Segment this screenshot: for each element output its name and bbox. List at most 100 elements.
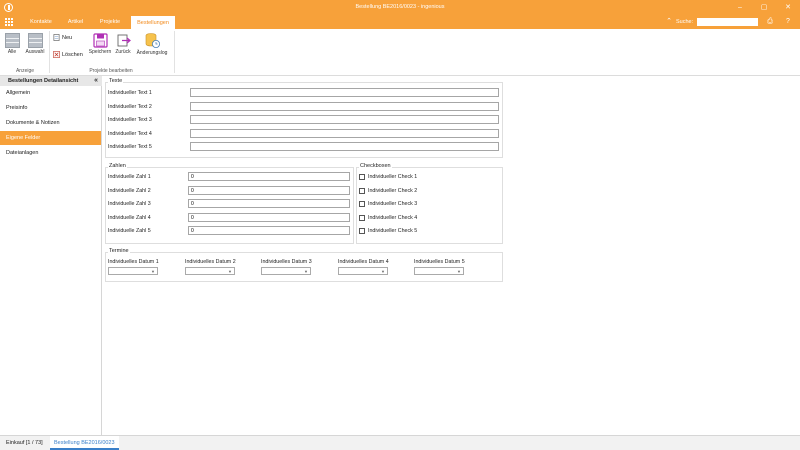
check-2-label: Individueller Check 2 <box>368 188 418 194</box>
sidebar: Bestellungen Detailansicht « Allgemein P… <box>0 76 102 435</box>
anzeige-group-label: Anzeige <box>15 68 35 74</box>
zahl-4-input[interactable] <box>188 213 350 222</box>
chevron-down-icon: ▼ <box>381 269 385 274</box>
auswahl-label: Auswahl <box>25 49 45 55</box>
checkboxen-group-title: Checkboxen <box>359 163 392 169</box>
zahlen-group-title: Zahlen <box>108 163 127 169</box>
text-1-input[interactable] <box>190 88 499 97</box>
menu-bar: Kontakte Artikel Projekte Bestellungen ⌃… <box>0 15 800 29</box>
tab-projekte[interactable]: Projekte <box>96 15 124 29</box>
sidebar-item-allgemein[interactable]: Allgemein <box>0 86 101 100</box>
datum-5-picker[interactable]: ▼ <box>414 267 464 275</box>
tab-einkauf[interactable]: Einkauf [1 / 73] <box>2 436 47 450</box>
chevron-down-icon: ▼ <box>457 269 461 274</box>
sidebar-item-dokumente-notizen[interactable]: Dokumente & Notizen <box>0 116 101 130</box>
check-4-label: Individueller Check 4 <box>368 215 418 221</box>
help-icon[interactable]: ? <box>783 17 793 27</box>
zurueck-button[interactable]: Zurück <box>114 33 132 55</box>
print-icon[interactable]: ⎙ <box>765 17 775 27</box>
new-document-icon <box>53 34 60 41</box>
check-5-label: Individueller Check 5 <box>368 228 418 234</box>
search-label: Suche: <box>676 19 694 25</box>
check-4-checkbox[interactable] <box>359 215 365 221</box>
ribbon: Alle Auswahl Anzeige Neu Löschen Speiche… <box>0 29 800 76</box>
chevron-up-icon[interactable]: ⌃ <box>664 17 674 27</box>
grid-view-icon <box>4 33 20 48</box>
datum-1-picker[interactable]: ▼ <box>108 267 158 275</box>
neu-button[interactable]: Neu <box>53 34 72 41</box>
loeschen-label: Löschen <box>62 51 83 58</box>
text-5-label: Individueller Text 5 <box>108 144 152 150</box>
alle-label: Alle <box>7 49 17 55</box>
maximize-button[interactable]: ▢ <box>758 2 770 13</box>
auswahl-button[interactable]: Auswahl <box>24 33 46 55</box>
chevron-down-icon: ▼ <box>304 269 308 274</box>
text-5-input[interactable] <box>190 142 499 151</box>
minimize-button[interactable]: ‒ <box>734 2 746 13</box>
aenderungslog-button[interactable]: Änderungslog <box>134 32 170 56</box>
check-1-checkbox[interactable] <box>359 174 365 180</box>
datum-2-picker[interactable]: ▼ <box>185 267 235 275</box>
text-3-input[interactable] <box>190 115 499 124</box>
check-3-label: Individueller Check 3 <box>368 201 418 207</box>
home-grid-icon[interactable] <box>5 18 13 26</box>
datum-4-label: Individuelles Datum 4 <box>338 259 389 265</box>
datum-4-picker[interactable]: ▼ <box>338 267 388 275</box>
check-1-label: Individueller Check 1 <box>368 174 418 180</box>
undo-icon <box>117 34 131 47</box>
loeschen-button[interactable]: Löschen <box>53 51 83 58</box>
check-5-checkbox[interactable] <box>359 228 365 234</box>
speichern-label: Speichern <box>88 49 112 55</box>
text-2-input[interactable] <box>190 102 499 111</box>
save-icon <box>92 33 108 48</box>
title-bar: Bestellung BE2016/0023 - ingenious ‒ ▢ ✕ <box>0 0 800 15</box>
delete-icon <box>53 51 60 58</box>
zahl-2-input[interactable] <box>188 186 350 195</box>
search-input[interactable] <box>697 18 758 26</box>
datum-5-label: Individuelles Datum 5 <box>414 259 465 265</box>
sidebar-item-dateianlagen[interactable]: Dateianlagen <box>0 146 101 160</box>
datum-2-label: Individuelles Datum 2 <box>185 259 236 265</box>
zahl-5-input[interactable] <box>188 226 350 235</box>
main-content: Texte Individueller Text 1 Individueller… <box>103 76 800 435</box>
zahl-4-label: Individuelle Zahl 4 <box>108 215 151 221</box>
close-button[interactable]: ✕ <box>782 2 794 13</box>
neu-label: Neu <box>62 34 73 41</box>
text-2-label: Individueller Text 2 <box>108 104 152 110</box>
tab-artikel[interactable]: Artikel <box>63 15 88 29</box>
check-2-checkbox[interactable] <box>359 188 365 194</box>
chevron-down-icon: ▼ <box>228 269 232 274</box>
datum-1-label: Individuelles Datum 1 <box>108 259 159 265</box>
text-3-label: Individueller Text 3 <box>108 117 152 123</box>
selection-view-icon <box>27 33 43 48</box>
tab-kontakte[interactable]: Kontakte <box>26 15 56 29</box>
collapse-sidebar-icon[interactable]: « <box>94 76 98 86</box>
tab-bestellung[interactable]: Bestellung BE2016/0023 <box>50 436 119 450</box>
alle-button[interactable]: Alle <box>4 33 20 55</box>
sidebar-title: Bestellungen Detailansicht <box>8 78 79 84</box>
zahl-3-input[interactable] <box>188 199 350 208</box>
text-4-input[interactable] <box>190 129 499 138</box>
zahl-1-label: Individuelle Zahl 1 <box>108 174 151 180</box>
datum-3-label: Individuelles Datum 3 <box>261 259 312 265</box>
database-log-icon <box>145 33 160 48</box>
datum-3-picker[interactable]: ▼ <box>261 267 311 275</box>
zurueck-label: Zurück <box>115 49 131 55</box>
zahl-3-label: Individuelle Zahl 3 <box>108 201 151 207</box>
speichern-button[interactable]: Speichern <box>88 33 112 55</box>
sidebar-item-eigene-felder[interactable]: Eigene Felder <box>0 131 101 145</box>
text-4-label: Individueller Text 4 <box>108 131 152 137</box>
zahl-2-label: Individuelle Zahl 2 <box>108 188 151 194</box>
aenderungslog-label: Änderungslog <box>136 50 168 56</box>
check-3-checkbox[interactable] <box>359 201 365 207</box>
window-title: Bestellung BE2016/0023 - ingenious <box>355 4 445 10</box>
sidebar-item-preisinfo[interactable]: Preisinfo <box>0 101 101 115</box>
texte-group-title: Texte <box>108 78 124 84</box>
projekte-bearbeiten-group-label: Projekte bearbeiten <box>89 68 133 74</box>
zahl-1-input[interactable] <box>188 172 350 181</box>
chevron-down-icon: ▼ <box>151 269 155 274</box>
termine-group-title: Termine <box>108 248 130 254</box>
text-1-label: Individueller Text 1 <box>108 90 152 96</box>
tab-bestellungen[interactable]: Bestellungen <box>131 15 175 29</box>
zahl-5-label: Individuelle Zahl 5 <box>108 228 151 234</box>
